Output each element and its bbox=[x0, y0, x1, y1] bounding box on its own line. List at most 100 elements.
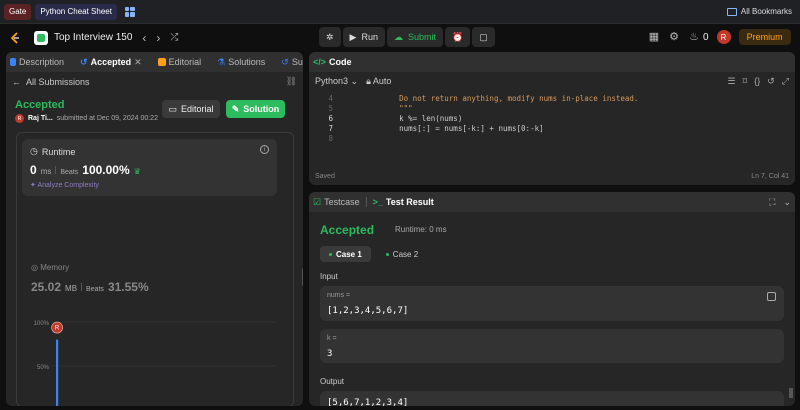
submitter-name[interactable]: Raj Ti... bbox=[28, 115, 53, 122]
runtime-value: 0 bbox=[30, 163, 37, 177]
bookmark-python-cheat-sheet[interactable]: Python Cheat Sheet bbox=[35, 3, 117, 20]
editor-toolbar: Python3 ⌄ 🔒︎ Auto ☰ ⌑ {} ↺ ⤢ bbox=[309, 72, 795, 91]
close-tab-icon[interactable]: ✕ bbox=[134, 57, 142, 68]
next-problem-icon[interactable]: › bbox=[156, 31, 160, 45]
premium-button[interactable]: Premium bbox=[738, 29, 791, 45]
collapse-icon[interactable]: ⌄ bbox=[783, 197, 791, 208]
settings-gear-icon[interactable]: ⚙ bbox=[668, 31, 680, 43]
leetcode-logo-icon[interactable] bbox=[8, 31, 22, 45]
right-tools: ▦ ⚙ ♨ 0 R Premium bbox=[648, 27, 791, 47]
timer-button[interactable]: ⏰ bbox=[445, 27, 471, 47]
code-editor[interactable]: 4 Do not return anything, modify nums in… bbox=[313, 94, 638, 144]
output-label: Output bbox=[320, 377, 345, 386]
memory-unit: MB bbox=[65, 284, 78, 293]
marker-label: R bbox=[55, 326, 60, 332]
submit-button[interactable]: ☁ Submit bbox=[386, 27, 443, 47]
reset-icon[interactable]: ↺ bbox=[767, 76, 775, 87]
left-panel-scrollbar[interactable] bbox=[302, 268, 303, 286]
info-icon[interactable]: i bbox=[260, 145, 269, 154]
editorial-button[interactable]: ▭ Editorial bbox=[162, 100, 220, 118]
back-arrow-icon[interactable]: ← bbox=[12, 77, 21, 87]
case-2-label: Case 2 bbox=[392, 249, 419, 259]
bookmark-icon[interactable]: ⌑ bbox=[743, 76, 748, 87]
prev-problem-icon[interactable]: ‹ bbox=[142, 31, 146, 45]
case-2-tab[interactable]: Case 2 bbox=[377, 246, 427, 262]
submitter-avatar[interactable]: R bbox=[15, 114, 24, 123]
tab-solutions[interactable]: ⚗ Solutions bbox=[217, 57, 265, 68]
solution-button[interactable]: ✎ Solution bbox=[226, 100, 285, 118]
code-line: 4 Do not return anything, modify nums in… bbox=[313, 94, 638, 104]
tab-description[interactable]: Description bbox=[10, 57, 64, 67]
share-link-icon[interactable]: ⛓ bbox=[286, 76, 297, 87]
editor-actions: ☰ ⌑ {} ↺ ⤢ bbox=[728, 76, 789, 87]
result-runtime: Runtime: 0 ms bbox=[395, 225, 447, 234]
all-bookmarks[interactable]: All Bookmarks bbox=[726, 7, 796, 16]
copy-icon[interactable] bbox=[767, 292, 776, 301]
bookmark-gate[interactable]: Gate bbox=[4, 3, 32, 20]
user-avatar[interactable]: R bbox=[716, 30, 731, 44]
format-icon[interactable]: ☰ bbox=[728, 76, 736, 87]
input-k-key: k = bbox=[327, 335, 337, 342]
case-tabs: Case 1 Case 2 bbox=[320, 246, 427, 262]
submitted-time: submitted at Dec 09, 2024 00:22 bbox=[56, 115, 158, 122]
code-line: 8 bbox=[313, 134, 638, 144]
analyze-complexity-link[interactable]: ✦ Analyze Complexity bbox=[30, 181, 99, 189]
code-tabbar: </> Code bbox=[309, 52, 795, 72]
tab-editorial[interactable]: Editorial bbox=[157, 57, 202, 67]
tab-divider bbox=[365, 197, 367, 207]
runtime-distribution-chart[interactable]: 100%50%0%R6ms260ms515ms769ms bbox=[30, 314, 285, 406]
back-row: ← All Submissions ⛓ bbox=[12, 76, 297, 87]
run-button[interactable]: ▶ Run bbox=[342, 27, 385, 47]
input-k-value: 3 bbox=[327, 349, 333, 359]
description-icon bbox=[10, 58, 16, 66]
runtime-header: ◷ Runtime bbox=[30, 146, 75, 157]
code-brackets-icon: </> bbox=[313, 57, 327, 67]
tab-accepted[interactable]: ↺ Accepted ✕ bbox=[80, 57, 142, 68]
shuffle-icon[interactable]: ⤮ bbox=[170, 32, 178, 43]
braces-icon[interactable]: {} bbox=[754, 76, 760, 87]
book-icon: ▭ bbox=[168, 103, 177, 114]
checkbox-icon: ☑ bbox=[313, 196, 322, 207]
debug-button[interactable]: ✲ bbox=[319, 27, 341, 47]
result-scrollbar[interactable] bbox=[789, 388, 793, 398]
terminal-icon: >_ bbox=[372, 197, 383, 207]
all-submissions-link[interactable]: All Submissions bbox=[26, 77, 90, 87]
tab-test-result[interactable]: >_ Test Result bbox=[373, 197, 434, 207]
bookmarks-bar: Gate Python Cheat Sheet All Bookmarks bbox=[0, 0, 800, 24]
run-label: Run bbox=[361, 32, 378, 42]
notes-button[interactable]: ▢ bbox=[472, 27, 495, 47]
note-icon: ▢ bbox=[479, 31, 488, 42]
runtime-card[interactable]: ◷ Runtime i 0 ms Beats 100.00% ♛ ✦ Analy… bbox=[22, 139, 277, 196]
result-panel: ☑ Testcase >_ Test Result ⛶ ⌄ Accepted R… bbox=[309, 192, 795, 406]
fullscreen-icon[interactable]: ⛶ bbox=[769, 197, 775, 208]
submit-label: Submit bbox=[407, 32, 436, 42]
code-panel: </> Code Python3 ⌄ 🔒︎ Auto ☰ ⌑ {} ↺ ⤢ 4 … bbox=[309, 52, 795, 185]
result-tabbar: ☑ Testcase >_ Test Result ⛶ ⌄ bbox=[309, 192, 795, 212]
memory-header[interactable]: ◎ Memory bbox=[31, 263, 69, 272]
runtime-label: Runtime bbox=[41, 146, 76, 157]
tab-testcase[interactable]: ☑ Testcase bbox=[313, 197, 360, 208]
expand-icon[interactable]: ⤢ bbox=[782, 76, 789, 87]
editorial-button-label: Editorial bbox=[181, 104, 214, 114]
line-number: 4 bbox=[328, 94, 333, 103]
sparkle-icon: ✦ bbox=[30, 182, 36, 189]
trophy-icon: ♛ bbox=[133, 167, 141, 176]
runtime-value-row: 0 ms Beats 100.00% ♛ bbox=[30, 163, 141, 177]
y-tick-label: 100% bbox=[34, 321, 50, 327]
case-1-tab[interactable]: Case 1 bbox=[320, 246, 371, 262]
solution-button-label: Solution bbox=[243, 104, 280, 114]
memory-value-row[interactable]: 25.02 MB Beats 31.55% bbox=[31, 280, 149, 294]
tab-submissions[interactable]: ↺ Submissions bbox=[281, 57, 303, 68]
language-select[interactable]: Python3 ⌄ bbox=[315, 76, 358, 87]
case-1-label: Case 1 bbox=[336, 249, 362, 259]
streak-fire-icon[interactable]: ♨ bbox=[688, 31, 700, 43]
problem-list[interactable]: Top Interview 150 bbox=[34, 30, 132, 45]
auto-mode[interactable]: 🔒︎ Auto bbox=[366, 76, 391, 87]
clock-icon: ◷ bbox=[30, 146, 38, 156]
tab-editorial-label: Editorial bbox=[168, 57, 202, 67]
tab-code[interactable]: </> Code bbox=[313, 57, 352, 67]
result-actions: ⛶ ⌄ bbox=[769, 197, 791, 208]
apps-grid-icon[interactable] bbox=[124, 6, 135, 17]
input-label: Input bbox=[320, 272, 338, 281]
layout-icon[interactable]: ▦ bbox=[648, 31, 660, 43]
